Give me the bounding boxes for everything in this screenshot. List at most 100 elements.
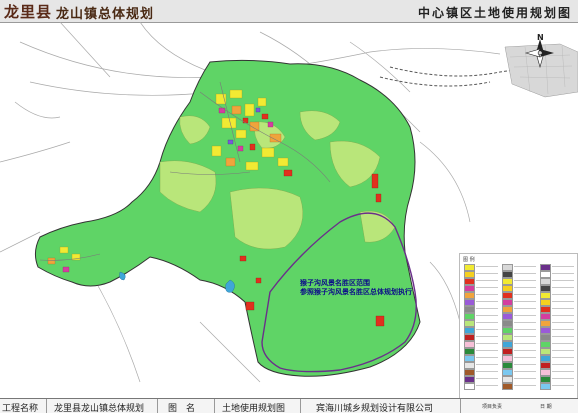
legend-swatch [502, 264, 513, 271]
legend-swatch [502, 383, 513, 390]
legend-swatch [464, 376, 475, 383]
legend-swatch [502, 327, 513, 334]
legend-label-line [514, 364, 536, 365]
legend-label-line [476, 350, 498, 351]
legend-label-line [552, 315, 574, 316]
legend-label-line [514, 378, 536, 379]
legend-label-line [514, 371, 536, 372]
legend-label-line [476, 364, 498, 365]
legend-label-line [476, 294, 498, 295]
legend-label-line [476, 266, 498, 267]
legend-label-line [552, 336, 574, 337]
legend-label-line [514, 350, 536, 351]
legend-label-line [514, 287, 536, 288]
legend-swatch [540, 369, 551, 376]
legend-label-line [476, 385, 498, 386]
legend-label-line [514, 336, 536, 337]
drawing-label: 图 名 [168, 404, 196, 414]
legend-label-line [552, 343, 574, 344]
legend-swatch [464, 313, 475, 320]
legend-swatch [540, 306, 551, 313]
legend-swatch [540, 299, 551, 306]
legend-label-line [514, 322, 536, 323]
legend-swatch [540, 264, 551, 271]
legend-swatch [502, 369, 513, 376]
legend-swatch [464, 334, 475, 341]
legend-swatch [464, 299, 475, 306]
legend-swatch [540, 292, 551, 299]
annotation-line-1: 猴子沟风景名胜区范围 [300, 279, 370, 287]
legend-swatch [464, 348, 475, 355]
legend-label-line [552, 329, 574, 330]
legend-swatch [502, 278, 513, 285]
legend-swatch [540, 362, 551, 369]
legend-swatch [464, 306, 475, 313]
legend-title: 图 例 [463, 257, 475, 263]
legend-swatch [540, 320, 551, 327]
north-arrow: N [522, 33, 558, 75]
legend-label-line [476, 273, 498, 274]
legend-swatch [464, 278, 475, 285]
legend-label-line [514, 357, 536, 358]
legend-label-line [552, 364, 574, 365]
legend-label-line [514, 294, 536, 295]
legend-swatch [540, 285, 551, 292]
legend-label-line [552, 378, 574, 379]
header-bar: 龙里县 龙山镇总体规划 中心镇区土地使用规划图 [0, 0, 578, 23]
legend-label-line [514, 385, 536, 386]
legend-label-line [552, 294, 574, 295]
legend-label-line [552, 301, 574, 302]
legend-swatch [540, 271, 551, 278]
legend-swatch [464, 271, 475, 278]
legend-label-line [552, 322, 574, 323]
legend-label-line [476, 329, 498, 330]
legend-swatch [464, 355, 475, 362]
legend-label-line [552, 385, 574, 386]
legend-swatch [502, 313, 513, 320]
annotation-line-2: 参照猴子沟风景名胜区总体规划执行 [300, 288, 412, 296]
legend-swatch [540, 341, 551, 348]
legend-swatch [502, 334, 513, 341]
legend-label-line [552, 308, 574, 309]
legend-label-line [476, 287, 498, 288]
legend-swatch [540, 376, 551, 383]
legend-swatch [502, 320, 513, 327]
legend-label-line [476, 280, 498, 281]
legend-label-line [552, 280, 574, 281]
field-project-lead: 项目负责 [482, 404, 503, 410]
legend-swatch [464, 320, 475, 327]
legend-label-line [514, 280, 536, 281]
legend-swatch [502, 285, 513, 292]
legend-swatch [464, 292, 475, 299]
sheet-title: 中心镇区土地使用规划图 [417, 6, 572, 20]
legend-label-line [476, 301, 498, 302]
legend-label-line [476, 378, 498, 379]
project-label: 工程名称 [2, 404, 39, 414]
legend-swatch [540, 278, 551, 285]
legend-label-line [552, 350, 574, 351]
legend-swatch [502, 271, 513, 278]
legend-swatch [540, 355, 551, 362]
legend-label-line [552, 371, 574, 372]
legend-swatch [464, 327, 475, 334]
legend-label-line [552, 357, 574, 358]
legend-label-line [476, 371, 498, 372]
field-date: 日 期 [540, 404, 552, 410]
legend-label-line [476, 315, 498, 316]
legend-label-line [476, 308, 498, 309]
project-value: 龙里县龙山镇总体规划 [54, 404, 145, 414]
legend-swatch [464, 285, 475, 292]
legend-swatch [464, 369, 475, 376]
legend-swatch [502, 355, 513, 362]
legend-label-line [514, 315, 536, 316]
legend-swatch [540, 313, 551, 320]
legend-swatch [502, 376, 513, 383]
legend-label-line [514, 308, 536, 309]
legend-swatch [502, 341, 513, 348]
legend-label-line [514, 329, 536, 330]
legend-swatch [502, 292, 513, 299]
legend-swatch [540, 327, 551, 334]
legend-swatch [540, 383, 551, 390]
legend-label-line [552, 266, 574, 267]
legend-label-line [514, 301, 536, 302]
